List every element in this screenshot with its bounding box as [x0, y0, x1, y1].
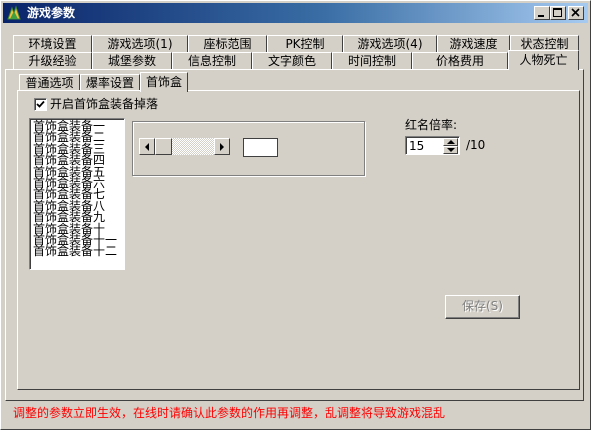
jewelry-drop-label: 开启首饰盒装备掉落: [50, 97, 159, 111]
maximize-icon: [553, 8, 562, 17]
close-button[interactable]: [568, 6, 584, 20]
tab-label: 文字颜色: [267, 54, 316, 68]
jewelry-drop-checkbox[interactable]: [34, 98, 47, 111]
tab-label: 座标范围: [203, 37, 252, 51]
tab-label: 首饰盒: [145, 75, 182, 89]
tab-label: 状态控制: [520, 37, 569, 51]
color-preview-box[interactable]: [243, 138, 278, 157]
tab-label: 信息控制: [187, 54, 236, 68]
tab-game-options-1[interactable]: 游戏选项(1): [92, 35, 188, 52]
tab-character-death[interactable]: 人物死亡: [508, 50, 579, 70]
tab-label: 环境设置: [28, 37, 77, 51]
save-button-label: 保存(S): [462, 299, 503, 313]
tab-info-control[interactable]: 信息控制: [172, 52, 252, 69]
tab-price-fee[interactable]: 价格费用: [412, 52, 508, 69]
list-item[interactable]: 首饰盒装备四: [33, 154, 117, 166]
warning-text: 调整的参数立即生效，在线时请确认此参数的作用再调整，乱调整将导致游戏混乱: [13, 406, 446, 420]
minimize-button[interactable]: [534, 6, 550, 20]
subtab-normal-options[interactable]: 普通选项: [19, 74, 80, 91]
spin-up-button[interactable]: [443, 138, 458, 146]
tab-label: 时间控制: [347, 54, 396, 68]
tab-game-options-4[interactable]: 游戏选项(4): [343, 35, 437, 52]
arrow-down-icon: [447, 148, 455, 152]
tab-row-1: 环境设置 游戏选项(1) 座标范围 PK控制 游戏选项(4) 游戏速度 状态控制: [13, 35, 579, 52]
tab-label: 普通选项: [25, 76, 74, 90]
tab-game-speed[interactable]: 游戏速度: [437, 35, 510, 52]
arrow-up-icon: [447, 140, 455, 144]
tab-label: 城堡参数: [107, 54, 156, 68]
tab-environment[interactable]: 环境设置: [13, 35, 92, 52]
tab-label: 价格费用: [435, 54, 484, 68]
list-item[interactable]: 首饰盒装备十二: [33, 245, 117, 257]
red-name-multiplier-input[interactable]: 15: [405, 136, 460, 155]
multiplier-suffix: /10: [466, 138, 486, 152]
red-name-multiplier-label: 红名倍率:: [405, 118, 458, 132]
game-params-window: 游戏参数 环境设置 游戏选项(1) 座标范围 PK控制 游戏选项(4) 游戏速度…: [0, 0, 591, 430]
arrow-right-icon: [220, 143, 224, 151]
close-icon: [571, 8, 580, 17]
arrow-left-icon: [145, 143, 149, 151]
tab-level-exp[interactable]: 升级经验: [13, 52, 92, 69]
maximize-button[interactable]: [550, 6, 566, 20]
tab-text-color[interactable]: 文字颜色: [252, 52, 332, 69]
scroll-right-button[interactable]: [214, 138, 230, 155]
jewelry-equipment-list[interactable]: 首饰盒装备一 首饰盒装备二 首饰盒装备三 首饰盒装备四 首饰盒装备五 首饰盒装备…: [29, 118, 125, 270]
tab-label: 游戏选项(4): [357, 37, 423, 51]
scroll-thumb[interactable]: [155, 138, 172, 155]
title-bar[interactable]: 游戏参数: [3, 3, 588, 23]
app-icon: [6, 5, 22, 21]
tab-castle-params[interactable]: 城堡参数: [92, 52, 172, 69]
tab-label: 游戏速度: [449, 37, 498, 51]
save-button[interactable]: 保存(S): [445, 295, 520, 319]
scroll-left-button[interactable]: [139, 138, 155, 155]
minimize-icon: [538, 15, 544, 17]
tab-coordinate-range[interactable]: 座标范围: [188, 35, 267, 52]
tab-label: 人物死亡: [519, 53, 568, 67]
subtab-jewelry-box[interactable]: 首饰盒: [140, 72, 188, 92]
multiplier-value: 15: [409, 139, 425, 153]
subtab-drop-rate[interactable]: 爆率设置: [80, 74, 140, 91]
tab-label: 升级经验: [28, 54, 77, 68]
tab-row-2: 升级经验 城堡参数 信息控制 文字颜色 时间控制 价格费用 人物死亡: [13, 50, 579, 70]
tab-pk-control[interactable]: PK控制: [267, 35, 343, 52]
subtab-row: 普通选项 爆率设置 首饰盒: [19, 72, 199, 92]
tab-label: PK控制: [285, 37, 325, 51]
tab-time-control[interactable]: 时间控制: [332, 52, 412, 69]
list-item[interactable]: 首饰盒装备九: [33, 211, 117, 223]
checkmark-icon: [36, 100, 45, 108]
tab-label: 爆率设置: [85, 76, 134, 90]
horizontal-scrollbar[interactable]: [139, 138, 230, 155]
tab-label: 游戏选项(1): [107, 37, 173, 51]
spin-down-button[interactable]: [443, 146, 458, 154]
window-title: 游戏参数: [27, 6, 76, 20]
